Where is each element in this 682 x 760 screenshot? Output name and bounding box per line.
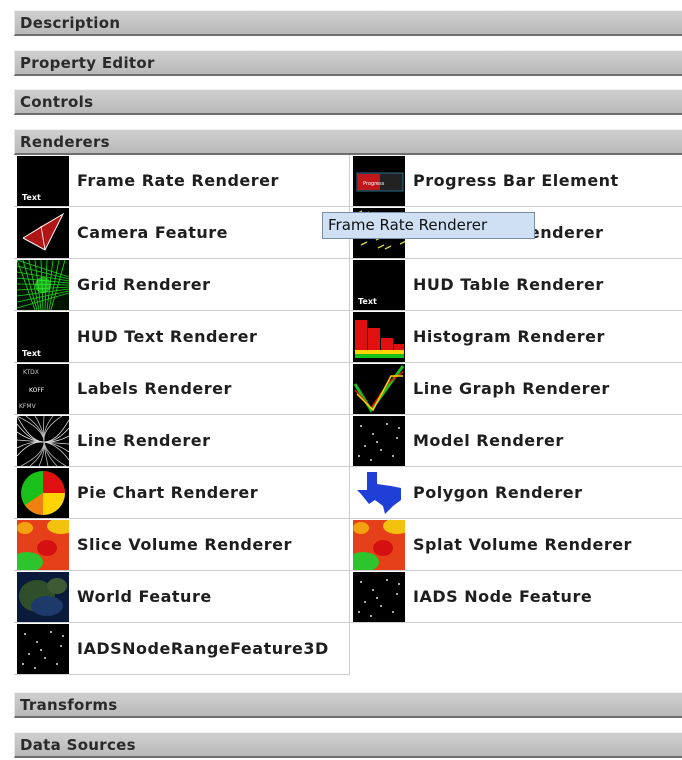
renderer-item[interactable]: Polygon Renderer <box>350 467 682 519</box>
renderer-item-label: Model Renderer <box>413 431 564 450</box>
pie-chart-thumbnail <box>17 468 69 518</box>
renderer-item-label: World Feature <box>77 587 212 606</box>
svg-text:KOFF: KOFF <box>29 387 45 394</box>
svg-text:Text: Text <box>22 349 41 358</box>
renderer-item-label: IADS Node Feature <box>413 587 593 606</box>
camera-thumbnail <box>17 208 69 258</box>
renderer-item[interactable]: Line Renderer <box>14 415 350 467</box>
renderer-item-label: Line Graph Renderer <box>413 379 610 398</box>
heatmap-thumbnail <box>353 520 405 570</box>
renderer-item-label: Slice Volume Renderer <box>77 535 292 554</box>
points-thumbnail <box>17 624 69 674</box>
renderer-item[interactable]: Progress Progress Bar Element <box>350 155 682 207</box>
renderer-item-label: Progress Bar Element <box>413 171 619 190</box>
renderer-item[interactable]: Histogram Renderer <box>350 311 682 363</box>
renderer-item[interactable]: Line Graph Renderer <box>350 363 682 415</box>
heatmap-thumbnail <box>17 520 69 570</box>
text-thumbnail: Text <box>353 260 405 310</box>
renderer-item[interactable]: World Feature <box>14 571 350 623</box>
renderer-item[interactable]: IADSNodeRangeFeature3D <box>14 623 350 675</box>
renderer-item-label: Grid Renderer <box>77 275 211 294</box>
svg-text:KTDX: KTDX <box>23 369 39 376</box>
section-property-editor[interactable]: Property Editor <box>14 50 682 76</box>
renderer-item[interactable]: KTDX KOFF KFMV Labels Renderer <box>14 363 350 415</box>
points-thumbnail <box>353 572 405 622</box>
renderer-item[interactable]: Model Renderer <box>350 415 682 467</box>
globe-thumbnail <box>17 572 69 622</box>
renderer-item[interactable]: Text HUD Table Renderer <box>350 259 682 311</box>
renderer-item-label: Histogram Renderer <box>413 327 605 346</box>
renderer-item[interactable]: Splat Volume Renderer <box>350 519 682 571</box>
section-transforms[interactable]: Transforms <box>14 692 682 718</box>
renderer-item-label: HUD Text Renderer <box>77 327 258 346</box>
renderer-item-label: Polygon Renderer <box>413 483 583 502</box>
text-thumbnail: Text <box>17 156 69 206</box>
renderer-item[interactable]: Camera Feature <box>14 207 350 259</box>
renderer-item-label: Line Renderer <box>77 431 211 450</box>
renderer-item-label: IADSNodeRangeFeature3D <box>77 639 329 658</box>
renderer-item-label: HUD Table Renderer <box>413 275 604 294</box>
renderer-item-label: Camera Feature <box>77 223 229 242</box>
renderer-item-label: Labels Renderer <box>77 379 232 398</box>
text-thumbnail: Text <box>17 312 69 362</box>
renderer-item-label: Frame Rate Renderer <box>77 171 279 190</box>
section-controls[interactable]: Controls <box>14 89 682 115</box>
renderer-item[interactable]: Slice Volume Renderer <box>14 519 350 571</box>
svg-text:Text: Text <box>22 193 41 202</box>
section-description[interactable]: Description <box>14 10 682 36</box>
section-renderers[interactable]: Renderers <box>14 129 682 155</box>
renderer-item[interactable]: Pie Chart Renderer <box>14 467 350 519</box>
renderer-item[interactable]: Text Frame Rate Renderer <box>14 155 350 207</box>
renderer-item[interactable]: IADS Node Feature <box>350 571 682 623</box>
labels-thumbnail: KTDX KOFF KFMV <box>17 364 69 414</box>
svg-text:Progress: Progress <box>363 181 385 187</box>
texas-map-thumbnail <box>353 468 405 518</box>
renderer-item-label: Splat Volume Renderer <box>413 535 632 554</box>
svg-text:KFMV: KFMV <box>19 403 37 410</box>
renderer-item-label: Pie Chart Renderer <box>77 483 259 502</box>
points-thumbnail <box>353 416 405 466</box>
line-graph-thumbnail <box>353 364 405 414</box>
histogram-thumbnail <box>353 312 405 362</box>
grid-thumbnail <box>17 260 69 310</box>
svg-text:Text: Text <box>358 297 377 306</box>
progress-bar-thumbnail: Progress <box>353 156 405 206</box>
section-data-sources[interactable]: Data Sources <box>14 732 682 758</box>
tooltip: Frame Rate Renderer <box>322 212 535 239</box>
renderer-item[interactable]: Grid Renderer <box>14 259 350 311</box>
lines-thumbnail <box>17 416 69 466</box>
renderer-item[interactable]: Text HUD Text Renderer <box>14 311 350 363</box>
